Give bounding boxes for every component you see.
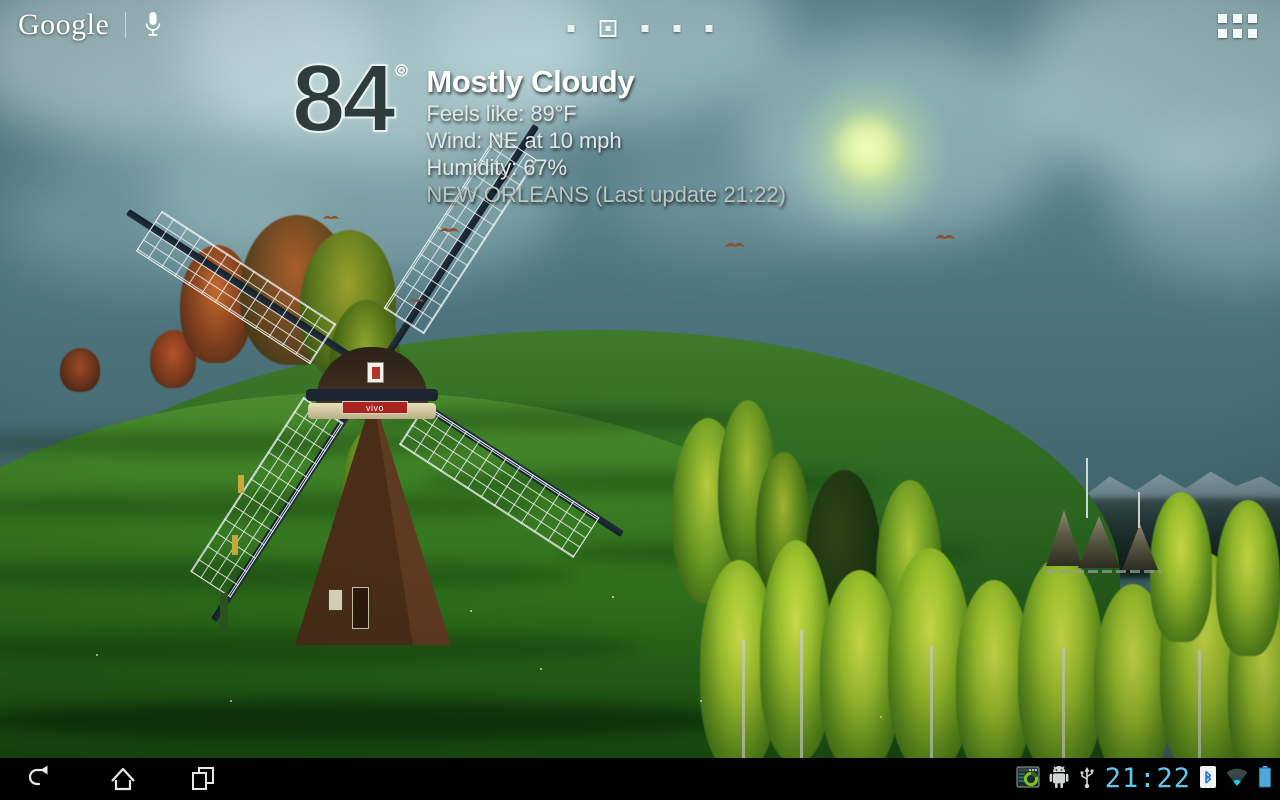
- cloud: [1110, 130, 1280, 280]
- home-icon[interactable]: [102, 762, 144, 796]
- page-dot-1[interactable]: [567, 25, 575, 32]
- apps-grid-cell: [1248, 29, 1257, 38]
- google-search-bar[interactable]: Google: [18, 8, 164, 42]
- birch-tree: [1150, 492, 1212, 642]
- page-indicator[interactable]: [567, 20, 713, 37]
- page-dot-3[interactable]: [641, 25, 649, 32]
- tree-trunk: [800, 630, 803, 758]
- firefly: [700, 700, 702, 702]
- page-dot-5[interactable]: [705, 25, 713, 32]
- birch-tree: [1216, 500, 1280, 656]
- degree-symbol: °: [394, 58, 410, 98]
- apps-grid-icon[interactable]: [1218, 14, 1258, 42]
- temperature-value: 84: [291, 45, 397, 152]
- weather-widget[interactable]: 84 ° Mostly Cloudy Feels like: 89°F Wind…: [291, 45, 786, 209]
- apps-grid-cell: [1218, 14, 1227, 23]
- nav-buttons: [0, 762, 224, 796]
- status-clock[interactable]: 21:22: [1105, 758, 1191, 800]
- page-dot-2-current[interactable]: [599, 20, 617, 37]
- windmill-window: [238, 475, 244, 493]
- wifi-icon[interactable]: [1225, 766, 1249, 793]
- windmill-door: [352, 587, 369, 629]
- birch-tree: [1018, 556, 1104, 758]
- recent-apps-icon[interactable]: [182, 762, 224, 796]
- firefly: [230, 700, 232, 702]
- system-navigation-bar: 21:22: [0, 758, 1280, 800]
- firefly: [612, 596, 614, 598]
- apps-grid-cell: [1248, 14, 1257, 23]
- tree-trunk: [742, 640, 745, 758]
- weather-humidity: Humidity: 67%: [426, 155, 567, 180]
- haystack-pole: [1086, 458, 1088, 518]
- apps-grid-cell: [1218, 29, 1227, 38]
- tree-trunk: [1062, 648, 1065, 758]
- windmill-emblem: [367, 362, 384, 383]
- autumn-tree: [60, 348, 100, 392]
- back-arrow-icon[interactable]: [22, 762, 64, 796]
- home-top-bar: Google: [0, 0, 1280, 56]
- android-robot-icon[interactable]: [1049, 765, 1069, 794]
- google-logo[interactable]: Google: [18, 8, 109, 42]
- fence: [1046, 570, 1162, 573]
- windmill-window: [220, 593, 228, 633]
- weather-condition: Mostly Cloudy: [426, 64, 635, 99]
- status-icons: 21:22: [1016, 758, 1272, 800]
- bird: [322, 213, 344, 223]
- haystack-pole: [1138, 492, 1140, 528]
- microphone-icon[interactable]: [142, 10, 164, 40]
- android-home-screen: vivo Google 84 ° Mostly Cloudy Feels lik…: [0, 0, 1280, 800]
- bird: [724, 240, 746, 250]
- weather-location: NEW ORLEANS (Last update 21:22): [426, 182, 786, 207]
- sun-core: [836, 116, 898, 178]
- bird: [438, 225, 460, 235]
- page-dot-4[interactable]: [673, 25, 681, 32]
- usb-icon[interactable]: [1078, 765, 1096, 794]
- tree-trunk: [1198, 650, 1201, 758]
- tree-trunk: [930, 646, 933, 758]
- firefly: [540, 668, 542, 670]
- temperature-block: 84 °: [291, 45, 410, 152]
- bird: [408, 296, 430, 306]
- battery-icon[interactable]: [1258, 765, 1272, 794]
- apps-grid-cell: [1233, 29, 1242, 38]
- weather-wind: Wind: NE at 10 mph: [426, 128, 622, 153]
- firefly: [880, 716, 882, 718]
- windmill-window: [232, 535, 238, 555]
- weather-details: Mostly Cloudy Feels like: 89°F Wind: NE …: [426, 52, 786, 209]
- windmill-dark-ring: [306, 389, 438, 401]
- bluetooth-icon[interactable]: [1200, 765, 1216, 794]
- windmill: vivo: [120, 123, 625, 655]
- windmill-sign: vivo: [342, 401, 408, 414]
- apps-grid-cell: [1233, 14, 1242, 23]
- screenshot-icon[interactable]: [1016, 765, 1040, 794]
- firefly: [470, 610, 472, 612]
- weather-feels-like: Feels like: 89°F: [426, 101, 577, 126]
- grass-band: [0, 700, 740, 740]
- bird: [934, 232, 956, 242]
- search-divider: [125, 12, 127, 38]
- windmill-window: [328, 589, 343, 611]
- firefly: [96, 654, 98, 656]
